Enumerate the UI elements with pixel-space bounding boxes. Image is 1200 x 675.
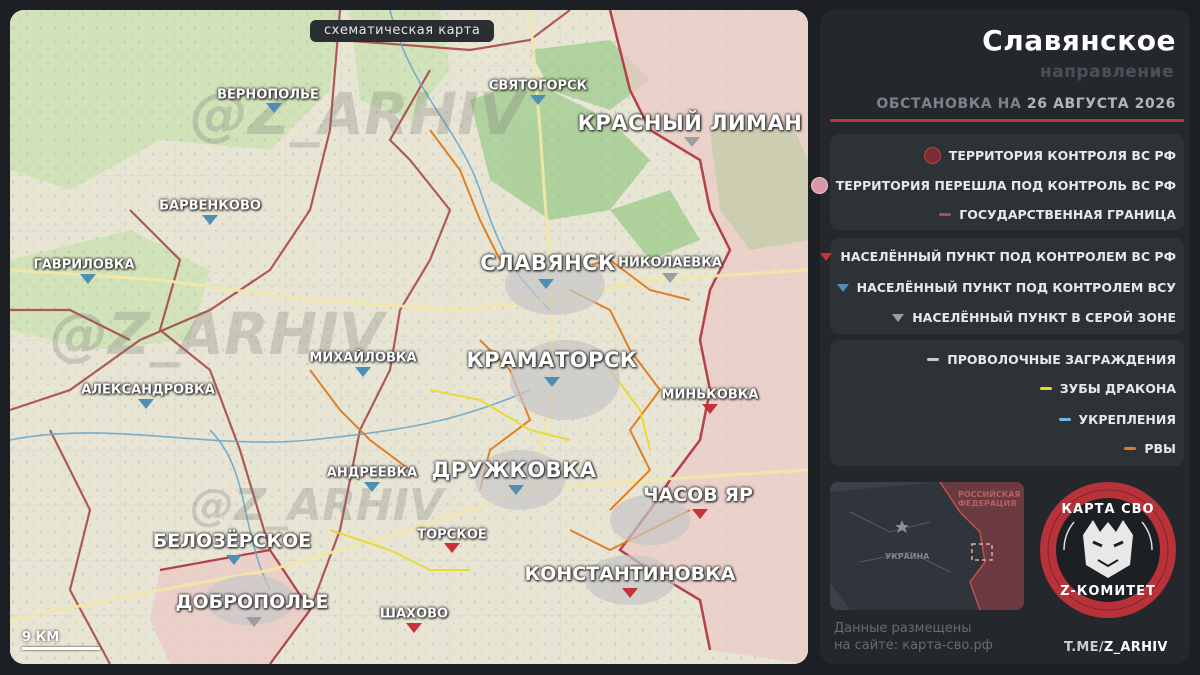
panel-subtitle: направление xyxy=(1039,62,1174,82)
city-label: МИХАЙЛОВКА xyxy=(309,350,417,366)
legend-item: НАСЕЛЁННЫЙ ПУНКТ ПОД КОНТРОЛЕМ ВС РФ xyxy=(820,249,1176,264)
city-label: БАРВЕНКОВО xyxy=(159,198,261,214)
ua-settlement-marker xyxy=(80,274,96,284)
footer-line: на сайте: карта-сво.рф xyxy=(834,638,993,653)
legend-label: РВЫ xyxy=(1144,441,1176,456)
minimap-russia-label: РОССИЙСКАЯ ФЕДЕРАЦИЯ xyxy=(958,490,1021,508)
info-panel: Славянское направление ОБСТАНОВКА НА 26 … xyxy=(810,10,1190,664)
legend-item: ЗУБЫ ДРАКОНА xyxy=(1039,381,1176,396)
scale-bar-line xyxy=(22,647,100,650)
telegram-link[interactable]: T.ME/Z_ARHIV xyxy=(1064,640,1168,655)
legend-item: НАСЕЛЁННЫЙ ПУНКТ ПОД КОНТРОЛЕМ ВСУ xyxy=(836,280,1176,295)
grey-settlement-marker xyxy=(662,273,678,283)
city-label: МИНЬКОВКА xyxy=(661,387,759,403)
city-label: КРАСНЫЙ ЛИМАН xyxy=(577,111,803,135)
minimap-ukraine-label: УКРАИНА xyxy=(885,552,930,561)
ru-settlement-marker xyxy=(702,404,718,414)
date-prefix: ОБСТАНОВКА НА xyxy=(876,96,1022,112)
ua-settlement-marker xyxy=(202,215,218,225)
footer-line: Данные размещены xyxy=(834,621,972,636)
ua-settlement-marker xyxy=(266,103,282,113)
legend-label: НАСЕЛЁННЫЙ ПУНКТ В СЕРОЙ ЗОНЕ xyxy=(912,310,1176,325)
legend-item: РВЫ xyxy=(1124,441,1176,456)
legend-label: ПРОВОЛОЧНЫЕ ЗАГРАЖДЕНИЯ xyxy=(947,352,1176,367)
panel-title: Славянское xyxy=(982,24,1176,57)
ua-settlement-marker xyxy=(544,377,560,387)
footer-note: Данные размещены на сайте: карта-сво.рф xyxy=(834,620,993,654)
ditch-swatch xyxy=(1124,447,1137,450)
city-label: КОНСТАНТИНОВКА xyxy=(524,563,736,585)
telegram-prefix: T.ME/ xyxy=(1064,640,1104,655)
wire-swatch xyxy=(927,358,940,361)
ru-territory-swatch xyxy=(923,147,941,164)
map-view[interactable]: @Z_ARHIV @Z_ARHIV @Z_ARHIV схематическая… xyxy=(10,10,808,664)
city-label: ТОРСКОЕ xyxy=(417,527,487,543)
legend-item: НАСЕЛЁННЫЙ ПУНКТ В СЕРОЙ ЗОНЕ xyxy=(892,310,1176,325)
fortification-swatch xyxy=(1058,418,1071,421)
ua-settlement-marker xyxy=(226,555,242,565)
city-label: ЧАСОВ ЯР xyxy=(643,484,753,506)
legend-item: УКРЕПЛЕНИЯ xyxy=(1058,412,1177,427)
ru-triangle-icon xyxy=(820,252,833,261)
ua-settlement-marker xyxy=(530,95,546,105)
legend-item: ПРОВОЛОЧНЫЕ ЗАГРАЖДЕНИЯ xyxy=(927,352,1176,367)
logo-top-text: КАРТА СВО xyxy=(1061,502,1155,517)
logo-emblem xyxy=(1040,482,1176,618)
city-label: КРАМАТОРСК xyxy=(466,348,638,372)
legend-label: НАСЕЛЁННЫЙ ПУНКТ ПОД КОНТРОЛЕМ ВС РФ xyxy=(840,249,1176,264)
scale-label: 9 КМ xyxy=(22,630,60,645)
ua-settlement-marker xyxy=(364,482,380,492)
city-label: СЛАВЯНСК xyxy=(480,251,616,275)
telegram-handle: Z_ARHIV xyxy=(1103,640,1168,655)
city-label: НИКОЛАЕВКА xyxy=(618,255,722,271)
situation-date: ОБСТАНОВКА НА 26 АВГУСТА 2026 xyxy=(876,96,1176,112)
city-label: ДОБРОПОЛЬЕ xyxy=(175,591,329,613)
border-line-swatch xyxy=(939,213,952,216)
legend-label: УКРЕПЛЕНИЯ xyxy=(1078,412,1177,427)
grey-settlement-marker xyxy=(246,617,262,627)
legend-item: ТЕРРИТОРИЯ ПЕРЕШЛА ПОД КОНТРОЛЬ ВС РФ xyxy=(810,177,1176,194)
grey-triangle-icon xyxy=(892,313,905,322)
city-label: ГАВРИЛОВКА xyxy=(33,257,135,273)
logo-bottom-text: Z-КОМИТЕТ xyxy=(1060,584,1156,599)
legend-label: НАСЕЛЁННЫЙ ПУНКТ ПОД КОНТРОЛЕМ ВСУ xyxy=(856,280,1176,295)
city-label: ДРУЖКОВКА xyxy=(431,458,597,482)
map-type-label: схематическая карта xyxy=(310,20,495,42)
legend-label: ЗУБЫ ДРАКОНА xyxy=(1059,381,1176,396)
legend-label: ТЕРРИТОРИЯ КОНТРОЛЯ ВС РФ xyxy=(948,148,1176,163)
legend-item: ГОСУДАРСТВЕННАЯ ГРАНИЦА xyxy=(939,207,1176,222)
ru-settlement-marker xyxy=(444,543,460,553)
legend-label: ТЕРРИТОРИЯ ПЕРЕШЛА ПОД КОНТРОЛЬ ВС РФ xyxy=(835,178,1176,193)
title-divider xyxy=(830,119,1184,122)
legend-label: ГОСУДАРСТВЕННАЯ ГРАНИЦА xyxy=(959,207,1176,222)
ua-settlement-marker xyxy=(508,485,524,495)
city-label: АЛЕКСАНДРОВКА xyxy=(81,382,215,398)
ua-triangle-icon xyxy=(836,283,849,292)
karta-svo-logo: КАРТА СВО Z-КОМИТЕТ xyxy=(1038,480,1178,620)
legend-item: ТЕРРИТОРИЯ КОНТРОЛЯ ВС РФ xyxy=(923,147,1176,164)
date-value: 26 АВГУСТА 2026 xyxy=(1026,96,1176,112)
city-label: АНДРЕЕВКА xyxy=(326,465,418,481)
ua-settlement-marker xyxy=(138,399,154,409)
ua-settlement-marker xyxy=(355,367,371,377)
ru-settlement-marker xyxy=(622,588,638,598)
transferred-territory-swatch xyxy=(810,177,828,194)
city-label: БЕЛОЗЁРСКОЕ xyxy=(152,530,312,552)
dragon-teeth-swatch xyxy=(1039,387,1052,390)
city-label: ШАХОВО xyxy=(379,606,449,622)
scale-bar: 9 КМ xyxy=(22,630,100,650)
ru-settlement-marker xyxy=(406,623,422,633)
map-watermark: @Z_ARHIV xyxy=(190,480,444,531)
city-label: ВЕРНОПОЛЬЕ xyxy=(217,87,319,103)
overview-minimap: РОССИЙСКАЯ ФЕДЕРАЦИЯ УКРАИНА xyxy=(830,482,1024,610)
city-label: СВЯТОГОРСК xyxy=(488,78,588,94)
ua-settlement-marker xyxy=(538,279,554,289)
ru-settlement-marker xyxy=(692,509,708,519)
grey-settlement-marker xyxy=(684,137,700,147)
